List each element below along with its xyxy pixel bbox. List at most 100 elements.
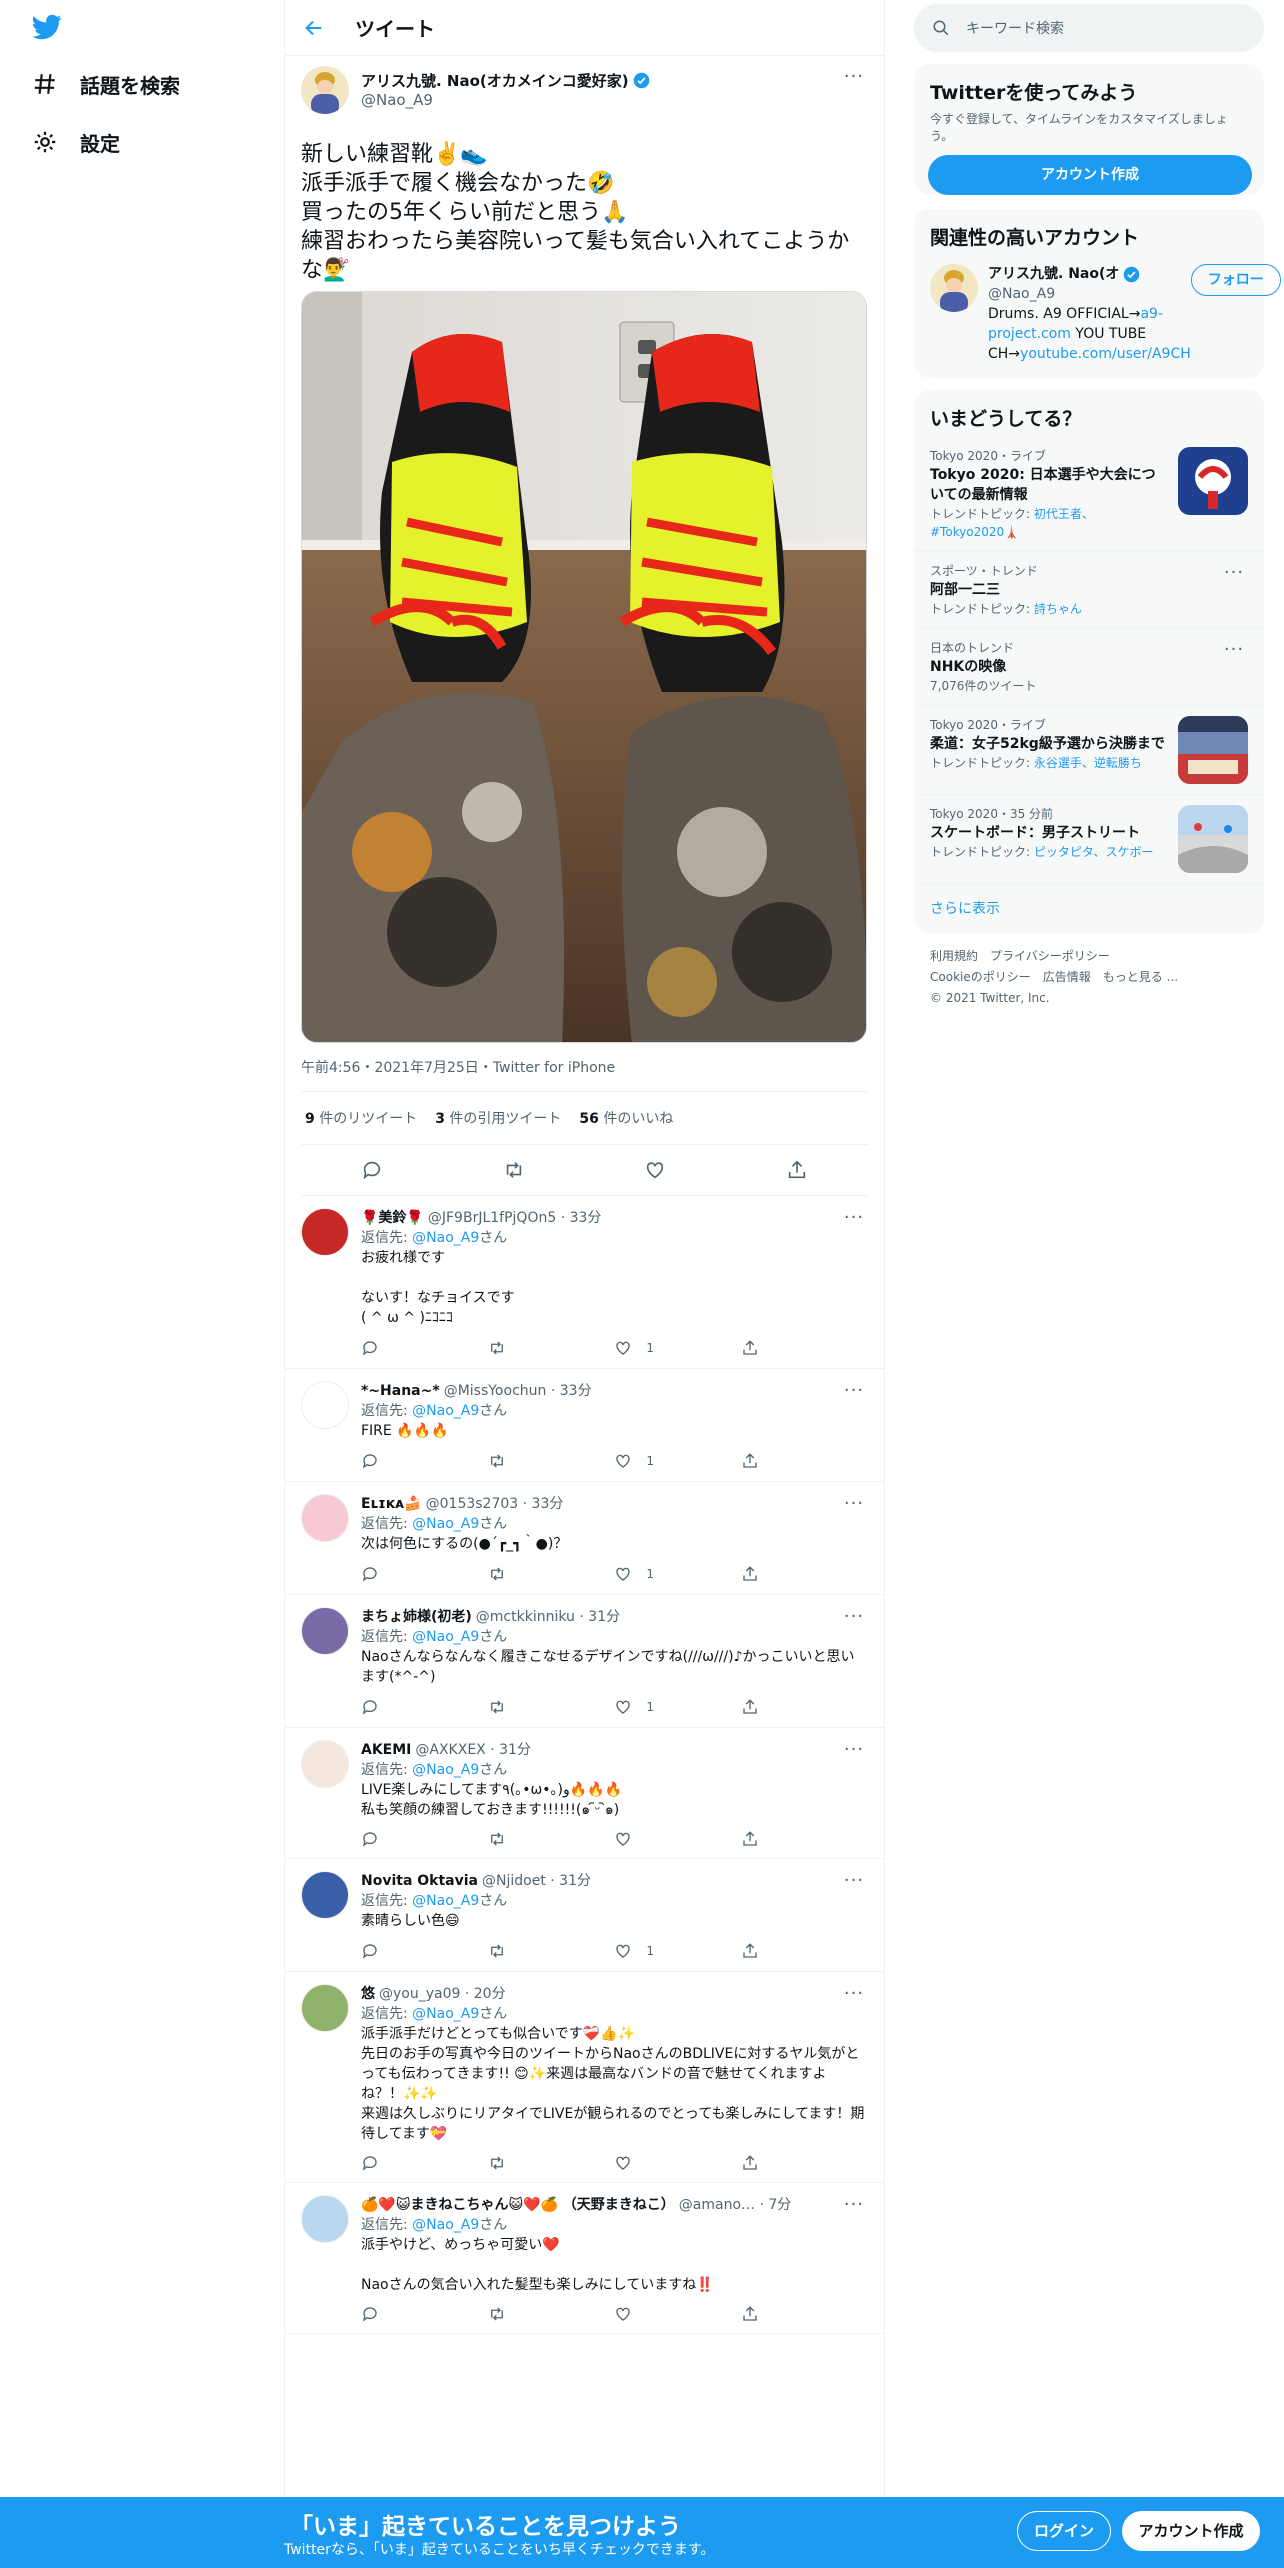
retweet-icon[interactable]: [488, 1452, 506, 1470]
reply-tweet[interactable]: Novita Oktavia @Njidoet · 31分 ··· 返信先: @…: [285, 1859, 884, 1972]
related-account[interactable]: アリス九號. Nao(オ @Nao_A9 Drums. A9 OFFICIAL→…: [914, 256, 1281, 378]
avatar[interactable]: [301, 1740, 349, 1788]
reply-icon[interactable]: [361, 1698, 379, 1716]
retweet-icon[interactable]: [488, 2305, 506, 2323]
trend-item[interactable]: Tokyo 2020・35 分前 スケートボード：男子ストリート トレンドトピッ…: [914, 794, 1264, 883]
reply-author-name[interactable]: Novita Oktavia: [361, 1871, 478, 1891]
twitter-logo-icon[interactable]: [30, 12, 64, 42]
more-options-icon[interactable]: ···: [840, 66, 868, 87]
related-name[interactable]: アリス九號. Nao(オ: [988, 264, 1119, 284]
reply-author-name[interactable]: 🌹美鈴🌹: [361, 1208, 424, 1228]
share-icon[interactable]: [741, 1339, 759, 1357]
like-icon[interactable]: [614, 1565, 632, 1583]
reply-icon[interactable]: [361, 1830, 379, 1848]
reply-icon[interactable]: [361, 1159, 383, 1181]
like-icon[interactable]: [644, 1159, 666, 1181]
more-options-icon[interactable]: ···: [1220, 562, 1248, 583]
reply-author-name[interactable]: まちょ姉様(初老): [361, 1607, 472, 1627]
reply-to-handle-link[interactable]: @Nao_A9: [412, 1629, 479, 1645]
reply-author-handle[interactable]: @you_ya09: [379, 1986, 460, 2002]
reply-author-name[interactable]: Eʟɪᴋᴀ🍰: [361, 1494, 422, 1514]
retweet-icon[interactable]: [488, 1830, 506, 1848]
reply-icon[interactable]: [361, 2154, 379, 2172]
reply-author-handle[interactable]: @Njidoet: [482, 1873, 546, 1889]
author-name[interactable]: アリス九號. Nao(オカメインコ愛好家): [361, 70, 629, 91]
retweet-icon[interactable]: [488, 1339, 506, 1357]
search-bar[interactable]: キーワード検索: [914, 4, 1264, 52]
retweet-icon[interactable]: [503, 1159, 525, 1181]
reply-author-name[interactable]: AKEMI: [361, 1740, 411, 1760]
retweet-icon[interactable]: [488, 1698, 506, 1716]
more-options-icon[interactable]: ···: [840, 1740, 868, 1760]
reply-author-name[interactable]: 🍊❤️😺まきねこちゃん😺❤️🍊 （天野まきねこ）: [361, 2195, 675, 2215]
bio-link-youtube[interactable]: youtube.com/user/A9CH: [1020, 346, 1191, 362]
reply-tweet[interactable]: *~Hana~* @MissYoochun · 33分 ··· 返信先: @Na…: [285, 1369, 884, 1482]
share-icon[interactable]: [741, 1830, 759, 1848]
share-icon[interactable]: [741, 1452, 759, 1470]
show-more-link[interactable]: さらに表示: [914, 883, 1264, 934]
like-icon[interactable]: [614, 1698, 632, 1716]
reply-icon[interactable]: [361, 1339, 379, 1357]
share-icon[interactable]: [786, 1159, 808, 1181]
trend-topic-link[interactable]: 詩ちゃん: [1034, 602, 1082, 616]
reply-tweet[interactable]: 🍊❤️😺まきねこちゃん😺❤️🍊 （天野まきねこ） @amano… · 7分 ··…: [285, 2183, 884, 2334]
share-icon[interactable]: [741, 2305, 759, 2323]
reply-to-handle-link[interactable]: @Nao_A9: [412, 1762, 479, 1778]
author-handle[interactable]: @Nao_A9: [361, 91, 840, 109]
avatar[interactable]: [301, 1494, 349, 1542]
trend-topic-link[interactable]: ピッタピタ、スケボー: [1034, 845, 1154, 859]
trend-item[interactable]: Tokyo 2020・ライブ 柔道：女子52kg級予選から決勝まで トレンドトピ…: [914, 705, 1264, 794]
reply-tweet[interactable]: AKEMI @AXKXEX · 31分 ··· 返信先: @Nao_A9さん L…: [285, 1728, 884, 1859]
reply-time[interactable]: 33分: [560, 1383, 592, 1399]
reply-tweet[interactable]: まちょ姉様(初老) @mctkkinniku · 31分 ··· 返信先: @N…: [285, 1595, 884, 1728]
reply-author-handle[interactable]: @0153s2703: [426, 1496, 519, 1512]
reply-tweet[interactable]: Eʟɪᴋᴀ🍰 @0153s2703 · 33分 ··· 返信先: @Nao_A9…: [285, 1482, 884, 1595]
more-options-icon[interactable]: ···: [840, 1984, 868, 2004]
avatar[interactable]: [301, 1984, 349, 2032]
more-options-icon[interactable]: ···: [840, 1381, 868, 1401]
reply-author-handle[interactable]: @MissYoochun: [444, 1383, 547, 1399]
footer-link-cookie[interactable]: Cookieのポリシー: [930, 970, 1031, 984]
like-icon[interactable]: [614, 1942, 632, 1960]
reply-icon[interactable]: [361, 2305, 379, 2323]
retweet-count[interactable]: 9 件のリツイート: [305, 1108, 417, 1128]
share-icon[interactable]: [741, 1942, 759, 1960]
more-options-icon[interactable]: ···: [840, 1607, 868, 1627]
reply-author-handle[interactable]: @AXKXEX: [415, 1742, 485, 1758]
reply-to-handle-link[interactable]: @Nao_A9: [412, 2217, 479, 2233]
footer-link-tos[interactable]: 利用規約: [930, 949, 978, 963]
reply-icon[interactable]: [361, 1452, 379, 1470]
footer-link-more[interactable]: もっと見る ...: [1103, 970, 1178, 984]
footer-link-privacy[interactable]: プライバシーポリシー: [990, 949, 1110, 963]
reply-to-handle-link[interactable]: @Nao_A9: [412, 1403, 479, 1419]
reply-author-name[interactable]: 悠: [361, 1984, 375, 2004]
avatar[interactable]: [301, 2195, 349, 2243]
follow-button[interactable]: フォロー: [1190, 264, 1281, 296]
reply-icon[interactable]: [361, 1942, 379, 1960]
tweet-photo[interactable]: [301, 291, 867, 1043]
avatar[interactable]: [301, 1208, 349, 1256]
share-icon[interactable]: [741, 1698, 759, 1716]
reply-to-handle-link[interactable]: @Nao_A9: [412, 1893, 479, 1909]
reply-time[interactable]: 31分: [559, 1873, 591, 1889]
reply-to-handle-link[interactable]: @Nao_A9: [412, 1516, 479, 1532]
reply-author-handle[interactable]: @amano…: [679, 2197, 755, 2213]
search-input[interactable]: キーワード検索: [966, 18, 1064, 38]
avatar[interactable]: [301, 1607, 349, 1655]
signup-button[interactable]: アカウント作成: [1122, 2511, 1260, 2551]
more-options-icon[interactable]: ···: [840, 1871, 868, 1891]
reply-author-handle[interactable]: @mctkkinniku: [476, 1609, 575, 1625]
reply-author-name[interactable]: *~Hana~*: [361, 1381, 440, 1401]
retweet-icon[interactable]: [488, 1565, 506, 1583]
reply-time[interactable]: 33分: [570, 1210, 602, 1226]
nav-explore[interactable]: 話題を検索: [32, 64, 180, 104]
quote-count[interactable]: 3 件の引用ツイート: [435, 1108, 561, 1128]
share-icon[interactable]: [741, 2154, 759, 2172]
avatar[interactable]: [930, 264, 978, 312]
reply-time[interactable]: 20分: [474, 1986, 506, 2002]
like-icon[interactable]: [614, 1830, 632, 1848]
reply-tweet[interactable]: 悠 @you_ya09 · 20分 ··· 返信先: @Nao_A9さん 派手派…: [285, 1972, 884, 2183]
avatar[interactable]: [301, 1871, 349, 1919]
avatar[interactable]: [301, 1381, 349, 1429]
trend-item[interactable]: 日本のトレンド NHKの映像 7,076件のツイート ···: [914, 628, 1264, 705]
